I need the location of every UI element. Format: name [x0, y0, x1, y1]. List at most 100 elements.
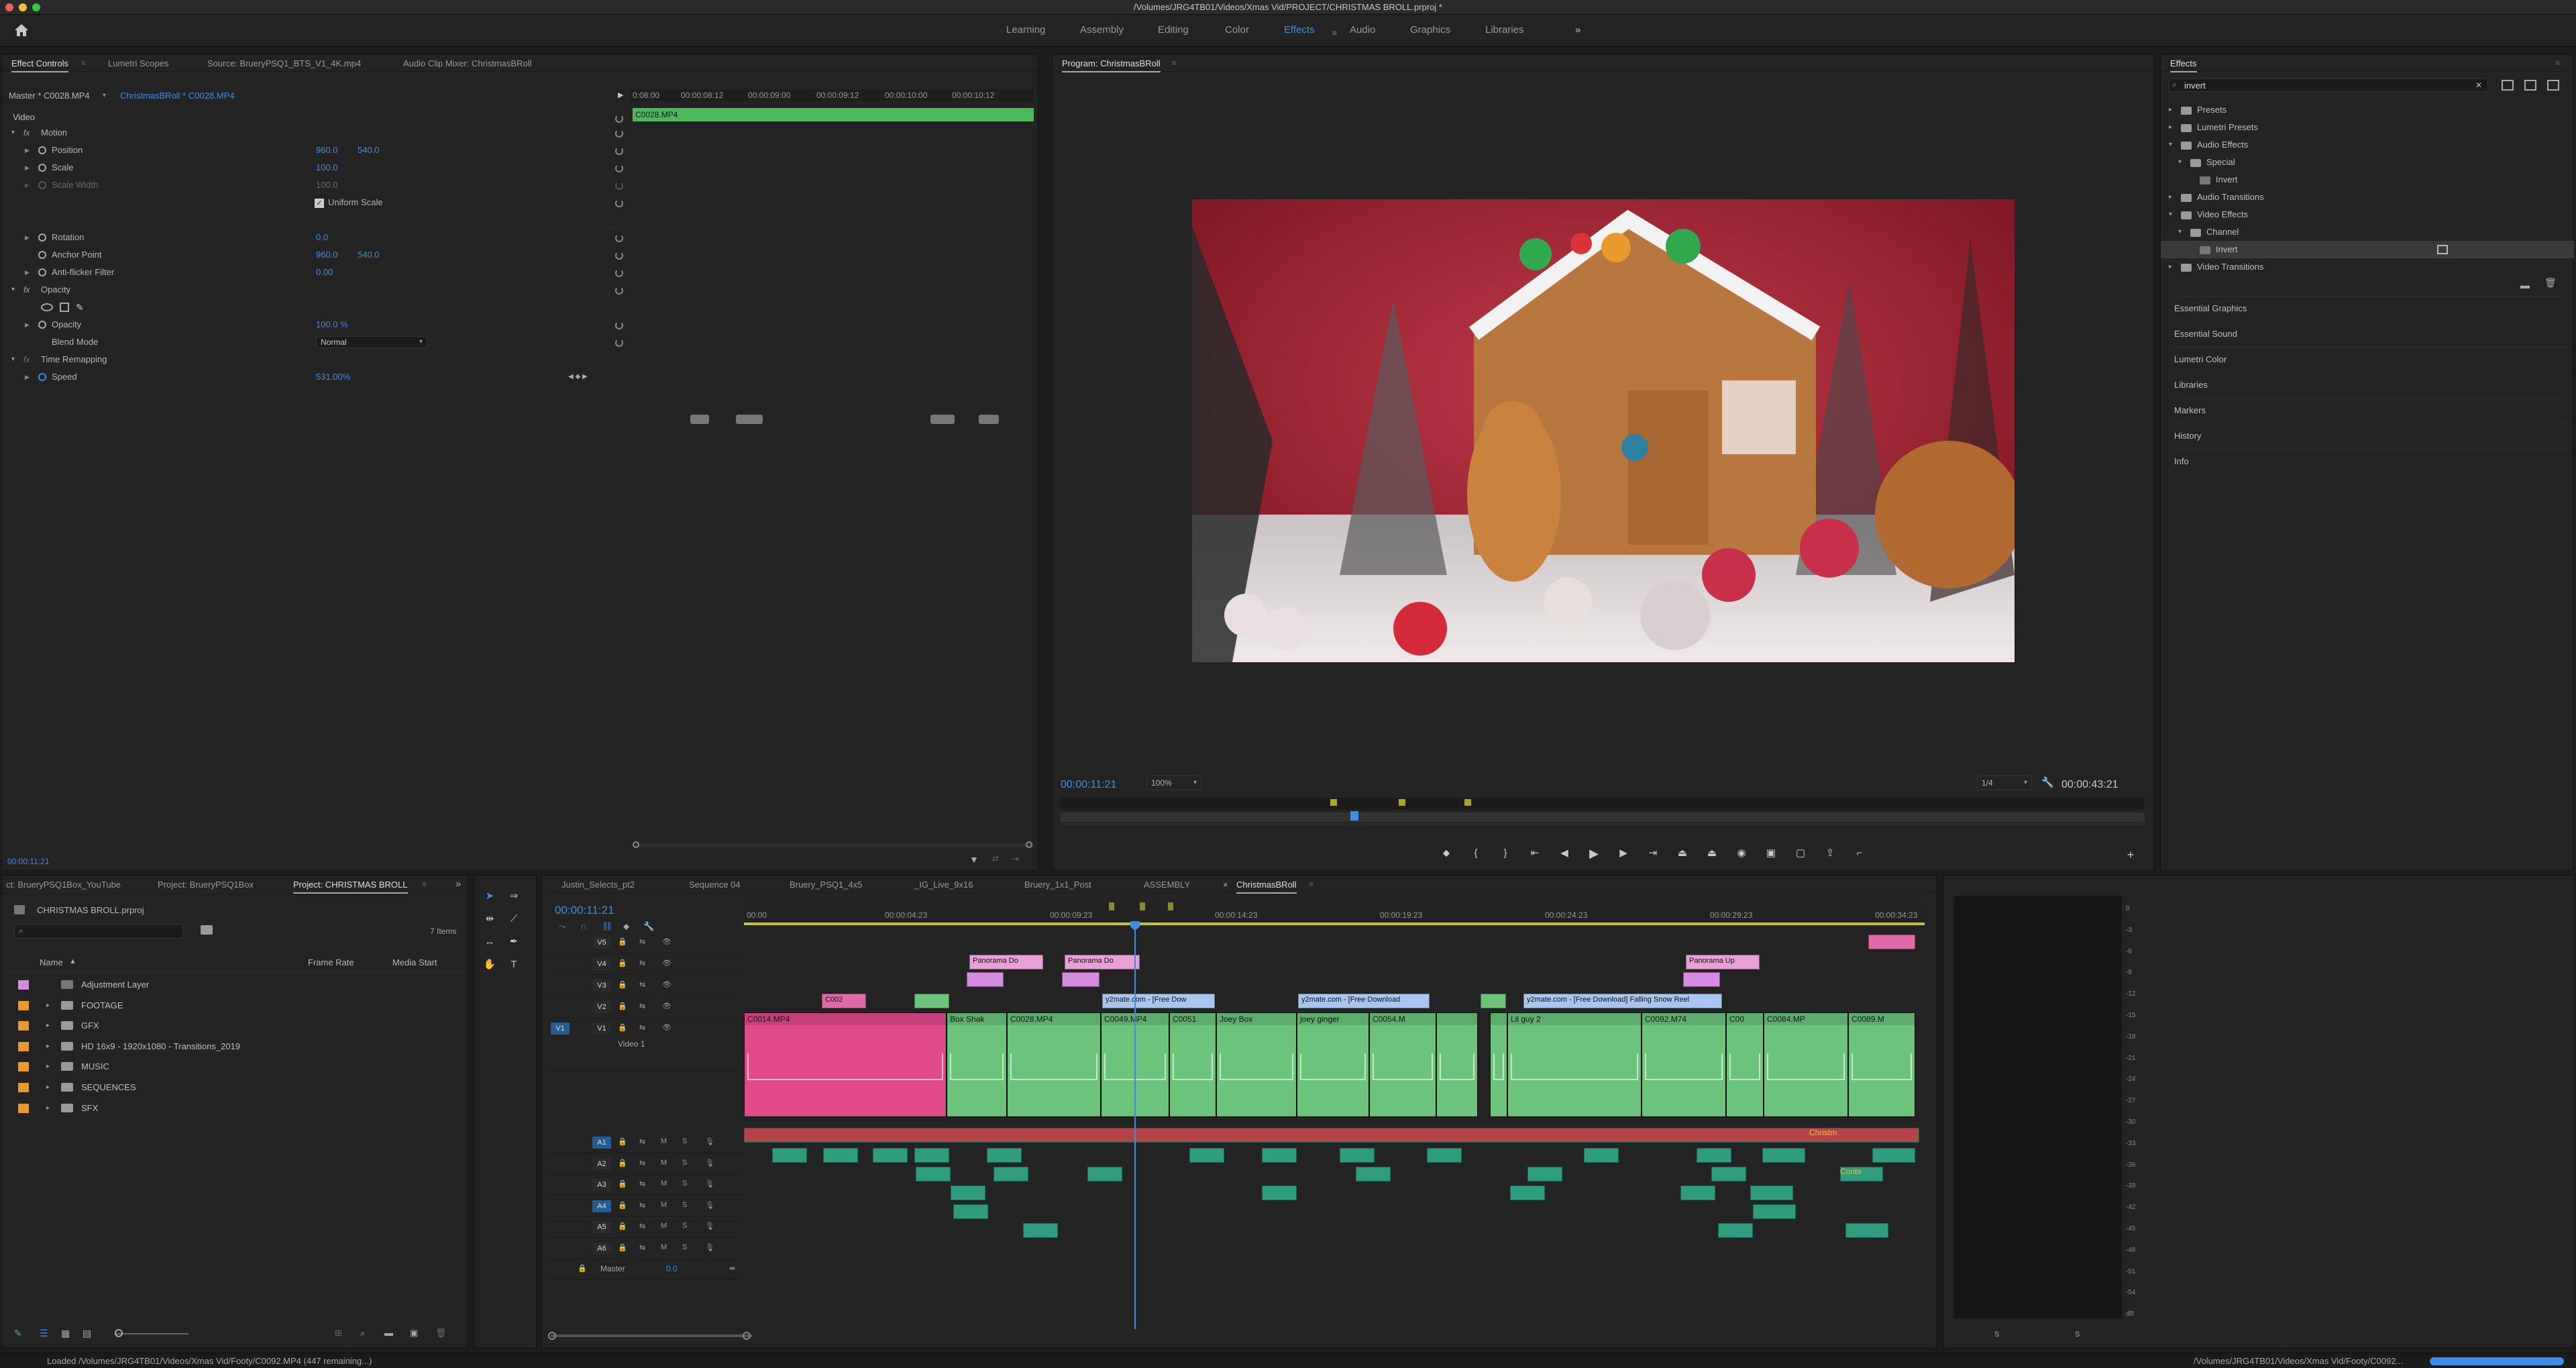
blend-mode-select[interactable]: Normal ▾: [316, 336, 427, 348]
track-target[interactable]: V3: [592, 980, 611, 992]
master-volume-value[interactable]: 0.0: [666, 1264, 678, 1273]
tab-project-christmas[interactable]: Project: CHRISTMAS BROLL: [293, 880, 408, 894]
type-tool-icon[interactable]: T: [506, 957, 521, 972]
multicam-icon[interactable]: ⌐: [1852, 846, 1867, 861]
workspace-menu-icon[interactable]: ≡: [1332, 28, 1337, 38]
yuv-effects-icon[interactable]: [2547, 80, 2559, 91]
more-workspaces-icon[interactable]: »: [1575, 24, 1580, 36]
sync-lock-icon[interactable]: ⇆: [639, 1243, 645, 1252]
add-marker-icon[interactable]: ⬥: [623, 921, 629, 932]
toggle-output-icon[interactable]: 👁: [662, 937, 672, 946]
tab-audio-clip-mixer[interactable]: Audio Clip Mixer: ChristmasBRoll: [403, 58, 531, 68]
audio-clip[interactable]: [1872, 1148, 1915, 1163]
timeline-tracks-area[interactable]: Panorama Do Panorama Do Panorama Up C002 y2m…: [744, 927, 1925, 1329]
chevron-down-icon[interactable]: ▾: [11, 352, 15, 367]
track-target[interactable]: V5: [592, 937, 611, 949]
new-bin-icon[interactable]: ▬: [2520, 280, 2530, 291]
home-icon[interactable]: [13, 23, 30, 38]
lock-icon[interactable]: 🔒: [618, 1137, 627, 1146]
project-item[interactable]: ▸ HD 16x9 - 1920x1080 - Transitions_2019: [2, 1037, 458, 1057]
button-editor-icon[interactable]: +: [2123, 847, 2138, 862]
effect-folder[interactable]: ▾ Special: [2161, 154, 2574, 171]
marker-icon[interactable]: [1140, 902, 1145, 910]
reset-icon[interactable]: [615, 115, 623, 123]
slider-handle[interactable]: [115, 1329, 123, 1337]
audio-track-header-a2[interactable]: A2 🔒 ⇆ M S 🎙: [548, 1155, 743, 1175]
extract-icon[interactable]: ⏏: [1705, 846, 1719, 861]
mute-button[interactable]: M: [661, 1159, 667, 1167]
audio-clip[interactable]: [1711, 1167, 1746, 1181]
stopwatch-icon[interactable]: [38, 233, 46, 242]
v2-clip[interactable]: [914, 994, 949, 1008]
solo-button[interactable]: S: [682, 1222, 687, 1230]
marker-icon[interactable]: [1109, 902, 1114, 910]
track-target[interactable]: A5: [592, 1221, 611, 1233]
video-track-header-v3[interactable]: V3 🔒 ⇆ 👁: [548, 976, 743, 996]
audio-clip[interactable]: [1356, 1167, 1391, 1181]
slip-tool-icon[interactable]: ↔: [482, 935, 497, 949]
mute-button[interactable]: M: [661, 1222, 667, 1230]
tab-lumetri-scopes[interactable]: Lumetri Scopes: [108, 58, 168, 68]
audio-clip[interactable]: [1584, 1148, 1619, 1163]
anchor-y-value[interactable]: 540.0: [358, 248, 380, 262]
collapsed-panel-markers[interactable]: Markers: [2174, 398, 2570, 422]
audio-clip-label[interactable]: Christm: [1809, 1128, 1863, 1140]
export-frame-icon[interactable]: ◉: [1734, 846, 1749, 861]
column-frame-rate[interactable]: Frame Rate: [308, 957, 354, 967]
anti-flicker-property-row[interactable]: ▶ Anti-flicker Filter 0.00: [11, 265, 615, 280]
ellipse-mask-icon[interactable]: [41, 303, 53, 311]
opacity-rubberband[interactable]: [1173, 1053, 1213, 1080]
audio-clip[interactable]: [1697, 1148, 1731, 1163]
label-color-swatch[interactable]: [18, 1041, 29, 1051]
proxy-toggle-icon[interactable]: ⇪: [1823, 846, 1837, 861]
chevron-down-icon[interactable]: ▾: [2169, 136, 2172, 154]
chevron-right-icon[interactable]: ▸: [2169, 101, 2172, 119]
lock-icon[interactable]: 🔒: [618, 1243, 627, 1252]
program-playhead[interactable]: [1350, 811, 1358, 821]
stopwatch-icon[interactable]: [38, 321, 46, 329]
fx-badge-icon[interactable]: fx: [23, 282, 30, 297]
ripple-icon[interactable]: ⇄: [992, 854, 999, 863]
close-tab-icon[interactable]: ×: [1223, 880, 1228, 890]
workspace-graphics[interactable]: Graphics: [1410, 24, 1450, 36]
label-color-swatch[interactable]: [18, 1062, 29, 1072]
reset-icon[interactable]: [615, 164, 623, 172]
collapsed-panel-libraries[interactable]: Libraries: [2174, 372, 2570, 397]
scale-value[interactable]: 100.0: [316, 160, 338, 175]
lock-icon[interactable]: 🔒: [618, 1201, 627, 1210]
video-track-header-v4[interactable]: V4 🔒 ⇆ 👁: [548, 955, 743, 975]
go-to-in-icon[interactable]: ⇤: [1527, 846, 1542, 861]
position-x-value[interactable]: 960.0: [316, 143, 338, 158]
project-item[interactable]: ▸ FOOTAGE: [2, 996, 458, 1016]
program-time-ruler[interactable]: [1061, 798, 2145, 810]
chevron-down-icon[interactable]: ▾: [2169, 206, 2172, 223]
more-panels-icon[interactable]: »: [455, 878, 461, 890]
track-target[interactable]: A4: [592, 1200, 611, 1212]
v1-clip[interactable]: C0092.M74: [1642, 1012, 1726, 1117]
rectangle-mask-icon[interactable]: [60, 303, 69, 312]
label-color-swatch[interactable]: [18, 980, 29, 990]
audio-clip[interactable]: [914, 1148, 949, 1163]
voice-over-record-icon[interactable]: 🎙: [705, 1179, 714, 1188]
track-target[interactable]: V2: [592, 1001, 611, 1013]
panel-menu-icon[interactable]: ≡: [2555, 58, 2560, 68]
audio-clip[interactable]: [987, 1148, 1022, 1163]
column-name[interactable]: Name: [40, 957, 63, 967]
label-color-swatch[interactable]: [18, 1103, 29, 1113]
chevron-down-icon[interactable]: ▾: [11, 282, 15, 297]
source-patch-v1[interactable]: V1: [551, 1022, 570, 1035]
go-to-endpoint-icon[interactable]: ⇹: [729, 1264, 735, 1273]
chevron-right-icon[interactable]: ▶: [25, 230, 30, 245]
track-target[interactable]: A2: [592, 1157, 611, 1170]
label-color-swatch[interactable]: [18, 1083, 29, 1092]
effect-folder[interactable]: ▾ Channel: [2161, 223, 2574, 241]
program-zoom-bar[interactable]: [1061, 823, 2145, 825]
sync-lock-icon[interactable]: ⇆: [639, 1137, 645, 1146]
step-forward-icon[interactable]: ▶: [1616, 846, 1631, 861]
chevron-down-icon[interactable]: ▾: [2178, 223, 2182, 241]
toggle-output-icon[interactable]: 👁: [662, 980, 672, 989]
mute-button[interactable]: M: [661, 1201, 667, 1209]
audio-clip[interactable]: [1527, 1167, 1562, 1181]
step-back-icon[interactable]: ◀: [1557, 846, 1572, 861]
audio-clip[interactable]: [951, 1186, 985, 1200]
